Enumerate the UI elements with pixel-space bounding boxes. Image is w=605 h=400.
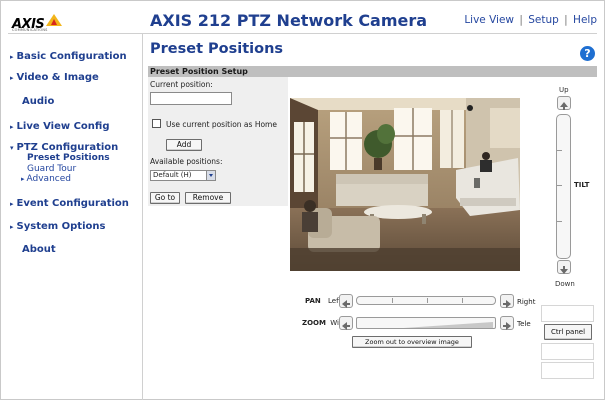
current-position-input[interactable] (150, 92, 232, 105)
use-as-home-checkbox[interactable] (152, 119, 161, 128)
tilt-tick (557, 221, 562, 222)
sidebar-subitem-guard-tour[interactable]: Guard Tour (27, 164, 76, 174)
current-position-label: Current position: (150, 80, 213, 89)
zoom-slider-track[interactable] (356, 317, 496, 329)
sidebar-subitem-label: Advanced (26, 174, 71, 184)
sidebar-item-label: Live View Config (16, 121, 110, 132)
pan-label-text: PAN (305, 297, 321, 305)
use-as-home-label: Use current position as Home (166, 120, 277, 129)
sidebar-item-label: Audio (22, 96, 55, 107)
chevron-down-icon: ▾ (10, 144, 14, 152)
zoom-wedge (403, 322, 493, 328)
remove-button[interactable]: Remove (185, 192, 231, 204)
sidebar-subitem-advanced[interactable]: ▸ Advanced (21, 174, 71, 184)
zoom-label-text: ZOOM (302, 319, 326, 327)
goto-button[interactable]: Go to (150, 192, 180, 204)
tilt-tick (557, 185, 562, 186)
tilt-down-arrow-icon[interactable] (557, 260, 571, 274)
pan-slider-track[interactable] (356, 296, 496, 305)
pan-tick (462, 298, 463, 303)
header-divider (8, 33, 597, 34)
top-navigation: Live View | Setup | Help (464, 14, 597, 26)
available-positions-selected: Default (H) (153, 171, 192, 179)
page-title: Preset Positions (150, 41, 284, 57)
pan-tick (392, 298, 393, 303)
pan-left-arrow-icon[interactable] (339, 294, 353, 308)
tilt-up-arrow-icon[interactable] (557, 96, 571, 110)
zoom-tele-label: Tele (517, 320, 531, 328)
sidebar-item-ptz-configuration[interactable]: ▾ PTZ Configuration (10, 142, 118, 153)
chevron-right-icon: ▸ (10, 123, 14, 131)
chevron-right-icon: ▸ (10, 200, 14, 208)
chevron-right-icon: ▸ (10, 53, 14, 61)
sidebar-item-about[interactable]: About (22, 244, 56, 255)
setup-section-heading: Preset Position Setup (148, 66, 597, 77)
sidebar-item-label: System Options (16, 221, 106, 232)
sidebar-item-live-view-config[interactable]: ▸ Live View Config (10, 121, 110, 132)
zoom-wide-arrow-icon[interactable] (339, 316, 353, 330)
control-panel-box (541, 343, 594, 360)
nav-setup-link[interactable]: Setup (528, 14, 559, 26)
sidebar-item-label: About (22, 244, 56, 255)
chevron-down-icon (206, 171, 215, 180)
tilt-tick (557, 150, 562, 151)
pan-tick (427, 298, 428, 303)
chevron-right-icon: ▸ (10, 223, 14, 231)
help-icon[interactable]: ? (580, 46, 595, 61)
control-panel-box (541, 362, 594, 379)
add-button[interactable]: Add (166, 139, 202, 151)
tilt-up-label: Up (559, 86, 569, 94)
pan-right-arrow-icon[interactable] (500, 294, 514, 308)
available-positions-label: Available positions: (150, 157, 223, 166)
ctrl-panel-button[interactable]: Ctrl panel (544, 324, 592, 340)
logo-triangle-inner-icon (51, 19, 57, 25)
tilt-slider-track[interactable] (556, 114, 571, 259)
sidebar-item-event-configuration[interactable]: ▸ Event Configuration (10, 198, 129, 209)
live-video-image[interactable] (290, 98, 520, 271)
sidebar-item-audio[interactable]: Audio (22, 96, 54, 107)
app-title: AXIS 212 PTZ Network Camera (150, 11, 428, 30)
logo-subtext: COMMUNICATIONS (12, 28, 48, 32)
tilt-label: TILT (574, 181, 590, 189)
available-positions-select[interactable]: Default (H) (150, 170, 216, 181)
sidebar-item-label: Event Configuration (16, 198, 129, 209)
chevron-right-icon: ▸ (21, 175, 25, 183)
nav-help-link[interactable]: Help (573, 14, 597, 26)
pan-label: PAN Left (305, 297, 341, 305)
sidebar-item-video-image[interactable]: ▸ Video & Image (10, 72, 99, 83)
nav-separator: | (519, 14, 523, 26)
tilt-down-label: Down (555, 280, 575, 288)
sidebar-subitem-label: Guard Tour (27, 164, 77, 174)
nav-live-view-link[interactable]: Live View (464, 14, 514, 26)
zoom-out-overview-button[interactable]: Zoom out to overview image (352, 336, 472, 348)
pan-right-label: Right (517, 298, 536, 306)
sidebar-item-basic-configuration[interactable]: ▸ Basic Configuration (10, 51, 127, 62)
chevron-right-icon: ▸ (10, 74, 14, 82)
control-panel-box (541, 305, 594, 322)
sidebar-item-label: Video & Image (16, 72, 99, 83)
sidebar-subitem-preset-positions[interactable]: Preset Positions (27, 153, 110, 163)
sidebar-divider (142, 34, 143, 400)
sidebar-item-label: PTZ Configuration (16, 142, 119, 153)
living-room-scene (290, 98, 520, 271)
sidebar-item-system-options[interactable]: ▸ System Options (10, 221, 105, 232)
sidebar-subitem-label: Preset Positions (27, 153, 110, 163)
sidebar-item-label: Basic Configuration (16, 51, 127, 62)
nav-separator: | (564, 14, 568, 26)
zoom-tele-arrow-icon[interactable] (500, 316, 514, 330)
